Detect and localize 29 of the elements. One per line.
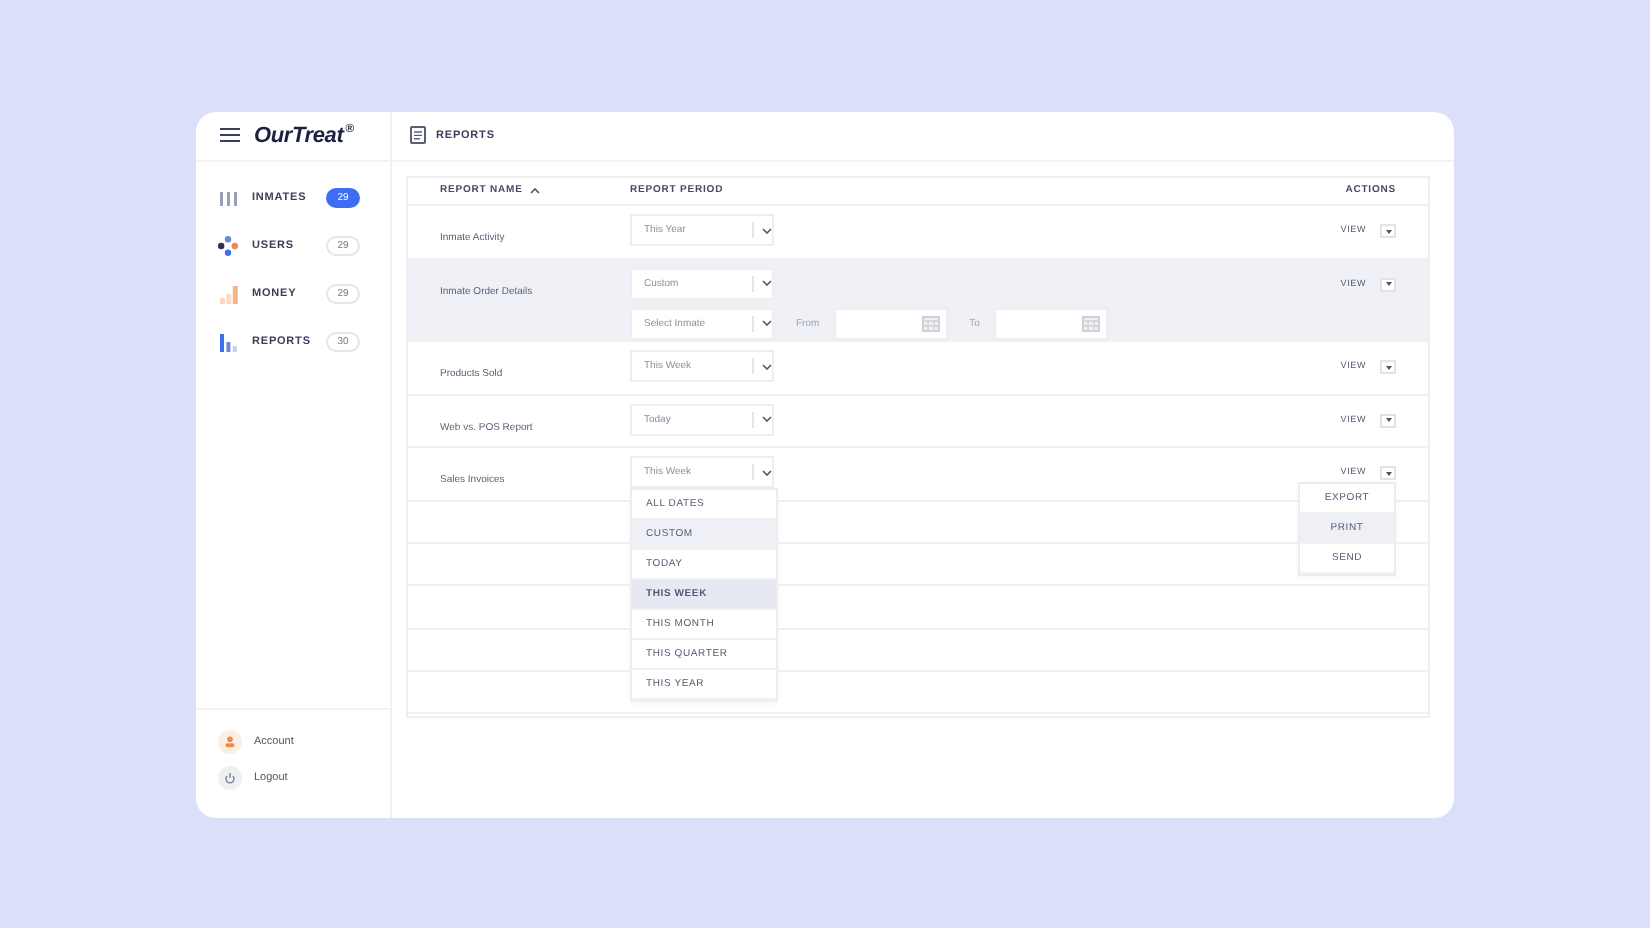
calendar-icon bbox=[1081, 315, 1100, 332]
app-logo: OurTreat$^{®}$ bbox=[254, 123, 354, 147]
actions-caret-button[interactable] bbox=[1380, 466, 1396, 481]
actions-caret-button[interactable] bbox=[1380, 360, 1396, 375]
chevron-down-icon bbox=[762, 363, 772, 370]
caret-icon bbox=[1385, 365, 1391, 370]
chevron-down-icon bbox=[762, 416, 772, 423]
caret-icon bbox=[1385, 282, 1391, 287]
power-icon bbox=[218, 765, 242, 789]
caret-icon bbox=[1385, 418, 1391, 423]
actions-caret-button[interactable] bbox=[1380, 413, 1396, 428]
actions-caret-button[interactable] bbox=[1380, 224, 1396, 239]
actions-caret-button[interactable] bbox=[1380, 277, 1396, 292]
calendar-icon bbox=[921, 315, 940, 332]
chevron-down-icon bbox=[762, 280, 772, 287]
bar-chart-icon bbox=[219, 285, 237, 303]
caret-icon bbox=[1385, 229, 1391, 234]
chevron-down-icon bbox=[762, 469, 772, 476]
menu-icon[interactable] bbox=[220, 128, 240, 142]
user-icon bbox=[218, 729, 242, 753]
document-icon bbox=[410, 126, 426, 144]
to-date-field[interactable] bbox=[993, 307, 1108, 340]
chevron-down-icon bbox=[762, 320, 772, 327]
chevron-down-icon bbox=[762, 227, 772, 234]
from-date-field[interactable] bbox=[833, 307, 948, 340]
bars-icon bbox=[219, 191, 237, 205]
caret-icon bbox=[1385, 471, 1391, 476]
bar-chart-icon bbox=[219, 333, 237, 351]
dots-icon bbox=[218, 236, 238, 256]
